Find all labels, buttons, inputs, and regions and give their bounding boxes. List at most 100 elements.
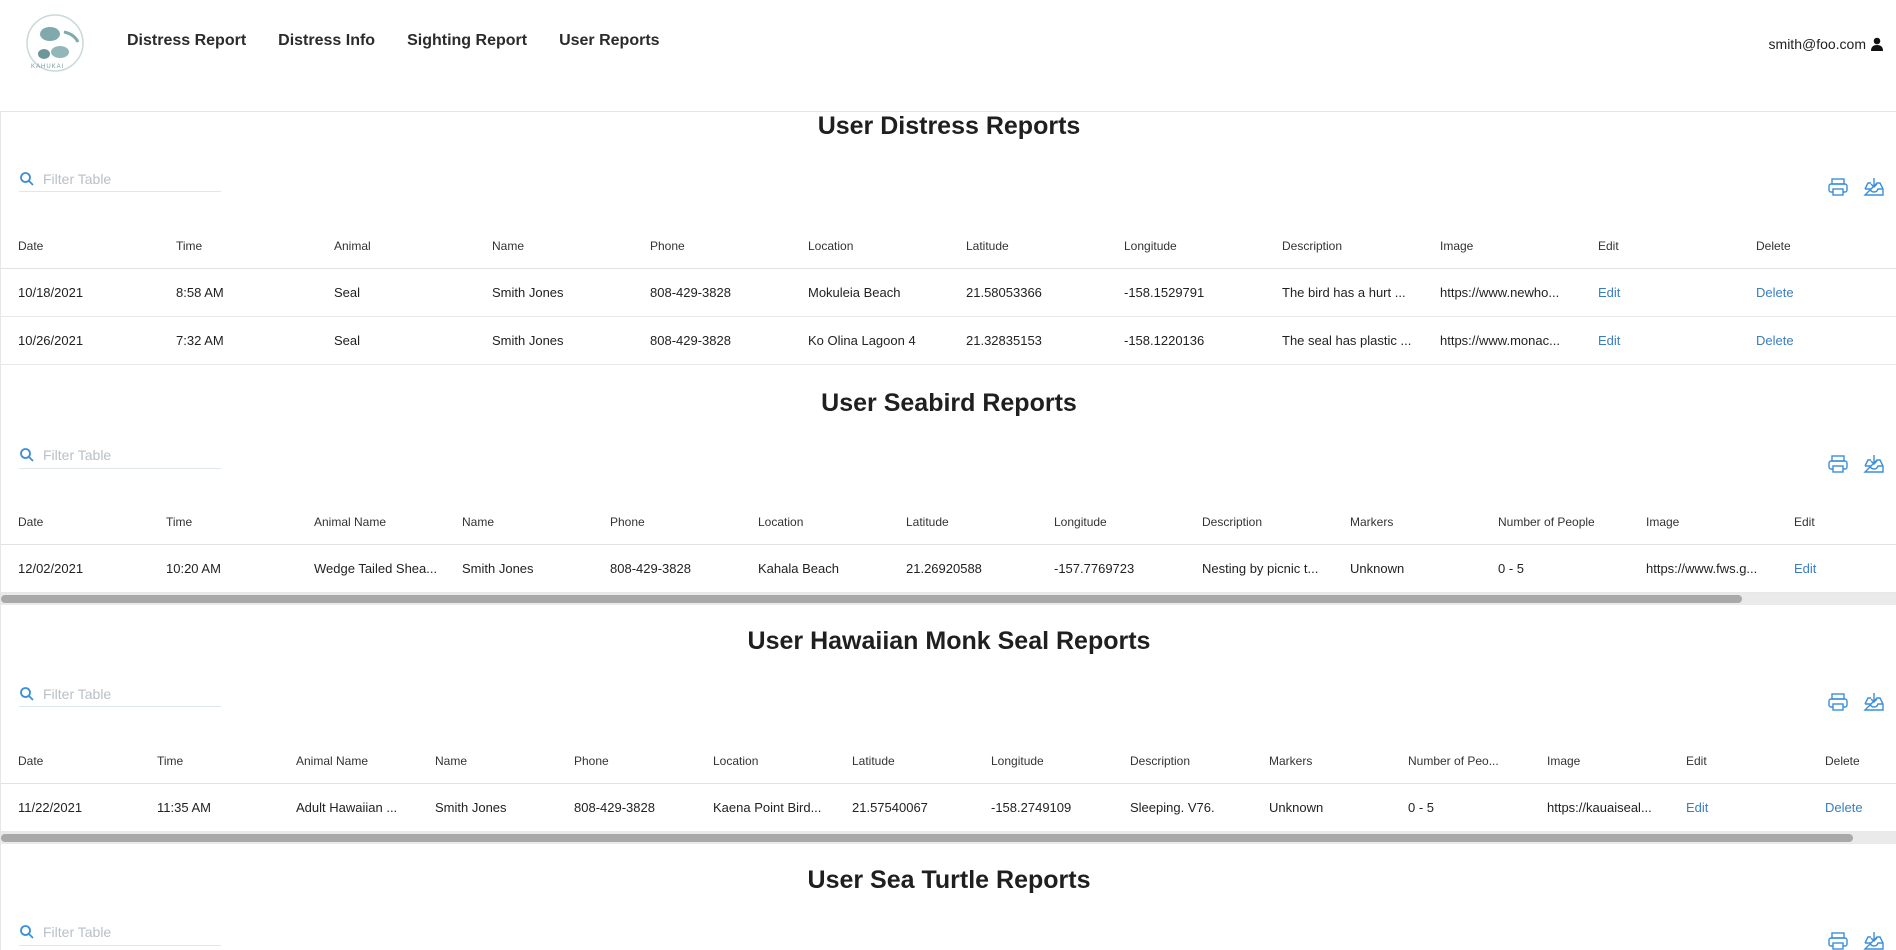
distress-col-header[interactable]: Latitude bbox=[949, 224, 1107, 269]
download-tray-icon[interactable] bbox=[1863, 176, 1885, 198]
printer-icon[interactable] bbox=[1827, 453, 1849, 475]
user-email: smith@foo.com bbox=[1768, 36, 1866, 52]
seabird-scrollbar-thumb[interactable] bbox=[1, 595, 1742, 603]
search-icon bbox=[20, 171, 34, 186]
table-cell: https://kauaiseal... bbox=[1530, 783, 1669, 832]
printer-icon[interactable] bbox=[1827, 176, 1849, 198]
nav-distress-info[interactable]: Distress Info bbox=[278, 32, 375, 50]
table-row: 10/26/2021 7:32 AM Seal Smith Jones 808-429-… bbox=[1, 316, 1896, 365]
table-cell: 10:20 AM bbox=[149, 544, 297, 593]
delete-link[interactable]: Delete bbox=[1808, 783, 1896, 832]
monkseal-col-header[interactable]: Name bbox=[418, 739, 557, 784]
distress-col-header[interactable]: Longitude bbox=[1107, 224, 1265, 269]
edit-link[interactable]: Edit bbox=[1581, 268, 1739, 317]
table-cell: Seal bbox=[317, 316, 475, 365]
seabird-filter-input[interactable] bbox=[43, 447, 213, 463]
distress-toolbar bbox=[1, 146, 1896, 224]
seabird-col-header[interactable]: Edit bbox=[1777, 500, 1896, 545]
turtle-toolbar bbox=[1, 900, 1896, 950]
seabird-col-header[interactable]: Number of People bbox=[1481, 500, 1629, 545]
seabird-col-header[interactable]: Date bbox=[1, 500, 149, 545]
distress-col-header[interactable]: Phone bbox=[633, 224, 791, 269]
seabird-col-header[interactable]: Markers bbox=[1333, 500, 1481, 545]
monkseal-scrollbar-thumb[interactable] bbox=[1, 833, 1854, 842]
edit-link[interactable]: Edit bbox=[1669, 783, 1808, 832]
table-row: 11/22/2021 11:35 AM Adult Hawaiian ... Smit… bbox=[1, 783, 1896, 832]
monkseal-col-header[interactable]: Time bbox=[140, 739, 279, 784]
distress-filter-input[interactable] bbox=[43, 170, 213, 187]
seabird-col-header[interactable]: Latitude bbox=[889, 500, 1037, 545]
distress-filter bbox=[19, 166, 221, 192]
table-cell: -158.2749109 bbox=[974, 783, 1113, 832]
nav-distress-report[interactable]: Distress Report bbox=[127, 32, 246, 50]
monkseal-col-header[interactable]: Longitude bbox=[974, 739, 1113, 784]
monkseal-col-header[interactable]: Edit bbox=[1669, 739, 1808, 784]
monkseal-col-header[interactable]: Description bbox=[1113, 739, 1252, 784]
seabird-col-header[interactable]: Longitude bbox=[1037, 500, 1185, 545]
monkseal-col-header[interactable]: Phone bbox=[557, 739, 696, 784]
distress-col-header[interactable]: Edit bbox=[1581, 224, 1739, 269]
monkseal-col-header[interactable]: Latitude bbox=[835, 739, 974, 784]
distress-col-header[interactable]: Delete bbox=[1739, 224, 1896, 269]
download-tray-icon[interactable] bbox=[1863, 691, 1885, 713]
seabird-col-header[interactable]: Animal Name bbox=[297, 500, 445, 545]
table-cell: 0 - 5 bbox=[1481, 544, 1629, 593]
nav-user-reports[interactable]: User Reports bbox=[559, 32, 659, 50]
nav-sighting-report[interactable]: Sighting Report bbox=[407, 32, 527, 50]
table-cell: Ko Olina Lagoon 4 bbox=[791, 316, 949, 365]
monkseal-tools bbox=[1827, 691, 1885, 713]
seabird-col-header[interactable]: Phone bbox=[593, 500, 741, 545]
seabird-col-header[interactable]: Time bbox=[149, 500, 297, 545]
monkseal-col-header[interactable]: Markers bbox=[1252, 739, 1391, 784]
turtle-filter bbox=[19, 920, 221, 946]
monkseal-horizontal-scrollbar[interactable] bbox=[1, 831, 1896, 844]
table-cell: Unknown bbox=[1333, 544, 1481, 593]
seabird-col-header[interactable]: Description bbox=[1185, 500, 1333, 545]
seabird-col-header[interactable]: Location bbox=[741, 500, 889, 545]
monkseal-col-header[interactable]: Animal Name bbox=[279, 739, 418, 784]
monkseal-toolbar bbox=[1, 661, 1896, 739]
table-cell: Seal bbox=[317, 268, 475, 317]
distress-col-header[interactable]: Description bbox=[1265, 224, 1423, 269]
monkseal-col-header[interactable]: Image bbox=[1530, 739, 1669, 784]
table-cell: -158.1529791 bbox=[1107, 268, 1265, 317]
monkseal-col-header[interactable]: Number of Peo... bbox=[1391, 739, 1530, 784]
printer-icon[interactable] bbox=[1827, 930, 1849, 950]
distress-col-header[interactable]: Time bbox=[159, 224, 317, 269]
turtle-filter-input[interactable] bbox=[43, 924, 213, 940]
printer-icon[interactable] bbox=[1827, 691, 1849, 713]
distress-tools bbox=[1827, 176, 1885, 198]
monkseal-col-header[interactable]: Date bbox=[1, 739, 140, 784]
reports-content: User Distress Reports DateTimeAnimalName… bbox=[0, 111, 1896, 950]
monkseal-filter-input[interactable] bbox=[43, 685, 213, 702]
monkseal-col-header[interactable]: Delete bbox=[1808, 739, 1896, 784]
distress-col-header[interactable]: Animal bbox=[317, 224, 475, 269]
distress-col-header[interactable]: Location bbox=[791, 224, 949, 269]
table-cell: 7:32 AM bbox=[159, 316, 317, 365]
seabird-filter bbox=[19, 443, 221, 469]
download-tray-icon[interactable] bbox=[1863, 930, 1885, 950]
table-cell: Smith Jones bbox=[418, 783, 557, 832]
table-cell: Unknown bbox=[1252, 783, 1391, 832]
monkseal-col-header[interactable]: Location bbox=[696, 739, 835, 784]
table-cell: 808-429-3828 bbox=[593, 544, 741, 593]
monkseal-reports-title: User Hawaiian Monk Seal Reports bbox=[747, 627, 1151, 655]
table-cell: https://www.monac... bbox=[1423, 316, 1581, 365]
edit-link[interactable]: Edit bbox=[1777, 544, 1896, 593]
seabird-col-header[interactable]: Name bbox=[445, 500, 593, 545]
table-cell: 21.58053366 bbox=[949, 268, 1107, 317]
table-cell: Wedge Tailed Shea... bbox=[297, 544, 445, 593]
table-cell: https://www.fws.g... bbox=[1629, 544, 1777, 593]
user-menu[interactable]: smith@foo.com bbox=[1769, 36, 1884, 52]
monkseal-reports-section: User Hawaiian Monk Seal Reports DateTime… bbox=[1, 627, 1896, 844]
distress-col-header[interactable]: Image bbox=[1423, 224, 1581, 269]
edit-link[interactable]: Edit bbox=[1581, 316, 1739, 365]
seabird-col-header[interactable]: Image bbox=[1629, 500, 1777, 545]
seabird-horizontal-scrollbar[interactable] bbox=[1, 593, 1896, 605]
distress-col-header[interactable]: Name bbox=[475, 224, 633, 269]
distress-reports-section: User Distress Reports DateTimeAnimalName… bbox=[1, 112, 1896, 365]
delete-link[interactable]: Delete bbox=[1739, 316, 1896, 365]
download-tray-icon[interactable] bbox=[1863, 453, 1885, 475]
delete-link[interactable]: Delete bbox=[1739, 268, 1896, 317]
distress-col-header[interactable]: Date bbox=[1, 224, 159, 269]
